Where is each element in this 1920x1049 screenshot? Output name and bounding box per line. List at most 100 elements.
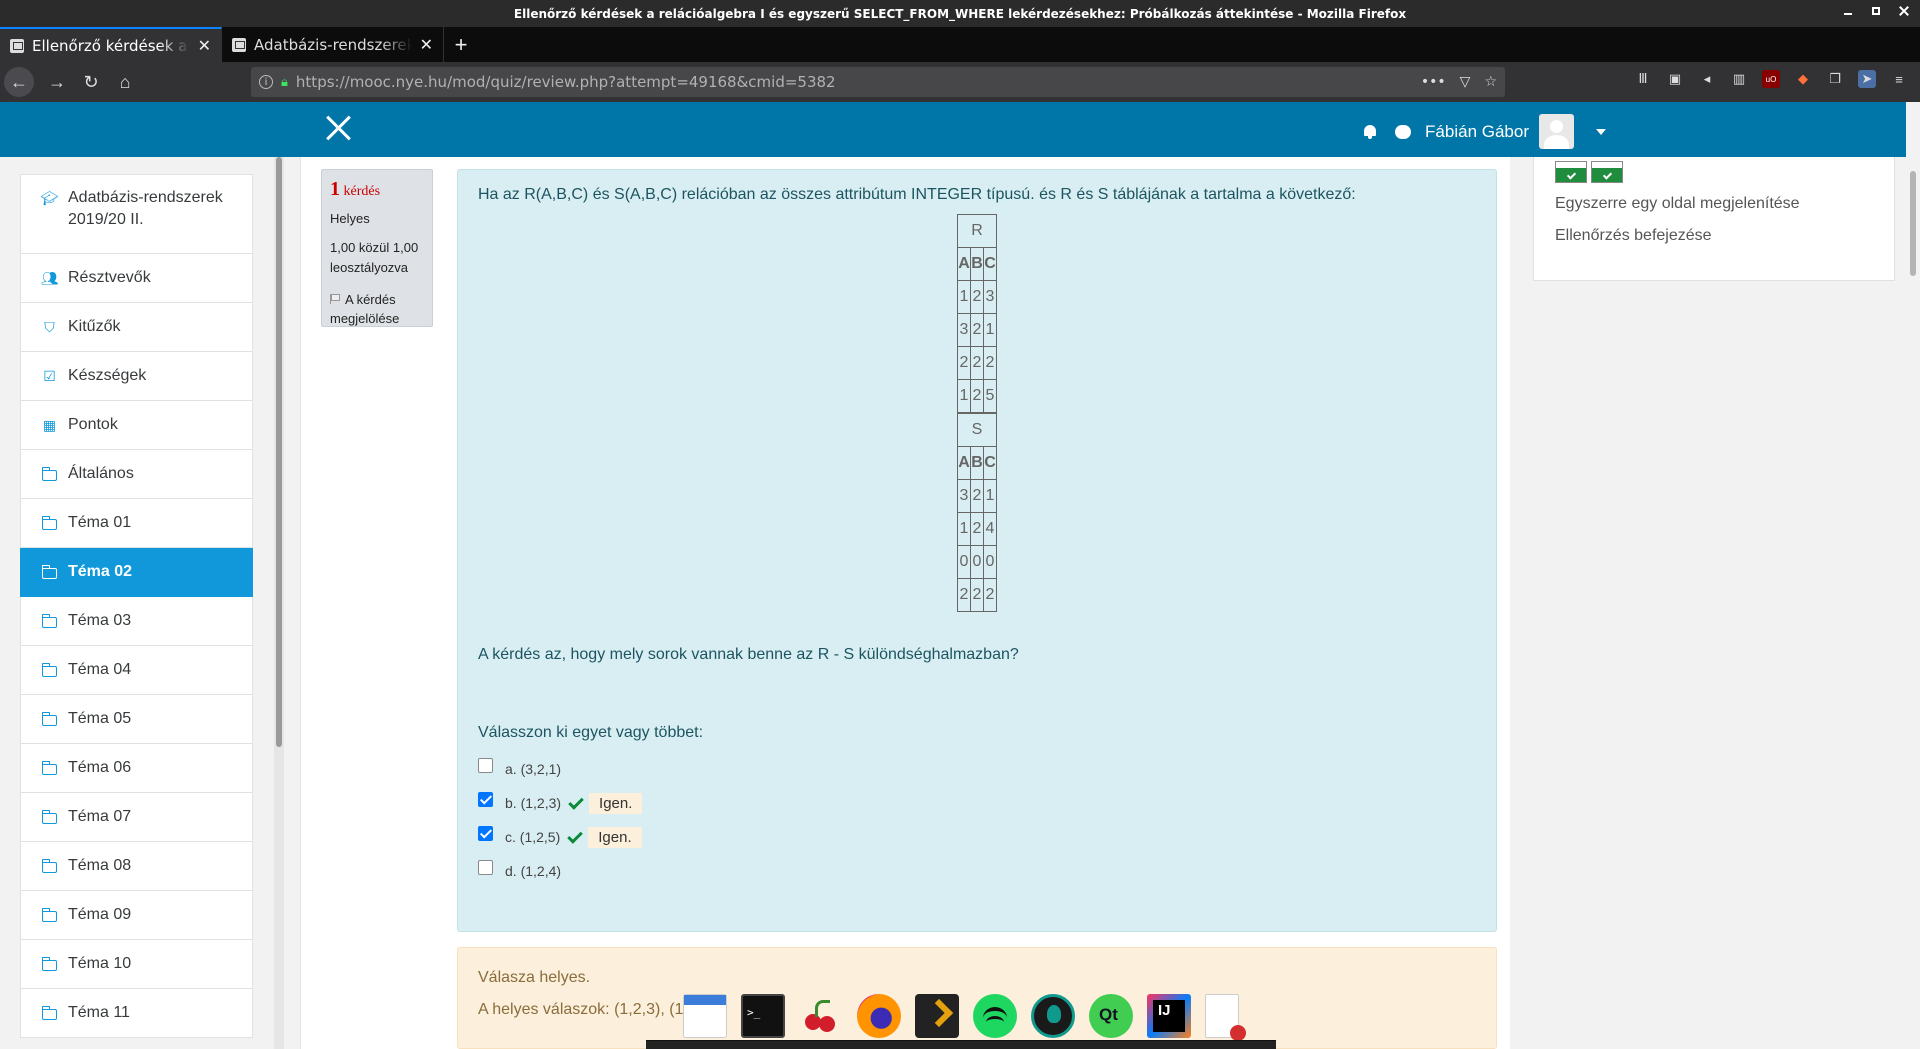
close-tab-icon[interactable]: ✕ [420,35,433,54]
nav-drawer: 🎓︎ Adatbázis-rendszerek 2019/20 II. 👥︎ Rés… [0,157,285,1049]
menu-hamburger-icon[interactable]: ≡ [1890,70,1908,88]
close-window-button[interactable] [1898,5,1910,17]
sidebar-item-topic-07[interactable]: Téma 07 [20,793,253,842]
correct-check-icon [567,795,583,811]
document-editor-icon[interactable] [1205,994,1246,1041]
table-cell: 1 [957,280,971,314]
sidebar-item-topic-05[interactable]: Téma 05 [20,695,253,744]
calendar-icon[interactable] [683,994,727,1038]
sidebar-item-topic-06[interactable]: Téma 06 [20,744,253,793]
answer-label: a. (3,2,1) [505,761,562,777]
drawer-scrollbar[interactable] [274,157,284,1049]
extension-arrow-icon[interactable]: ◂ [1698,70,1716,88]
answer-label: c. (1,2,5) [505,829,561,845]
answer-checkbox[interactable] [478,757,493,773]
sidebar-toggle-icon[interactable]: ▣ [1666,70,1684,88]
table-cell: 2 [983,346,997,380]
user-menu-caret-icon[interactable] [1596,128,1606,135]
sidebar-item-participants[interactable]: 👥︎ Résztvevők [20,254,253,303]
table-cell: 0 [957,545,971,579]
drawer-scrollbar-thumb[interactable] [276,157,282,747]
tab-quiz-review[interactable]: Ellenőrző kérdések a relá ✕ [0,27,222,62]
sidebar-item-topic-03[interactable]: Téma 03 [20,597,253,646]
answer-checkbox[interactable] [478,825,493,841]
messages-icon[interactable] [1395,124,1412,139]
sidebar-item-topic-01[interactable]: Téma 01 [20,499,253,548]
sidebar-item-course[interactable]: 🎓︎ Adatbázis-rendszerek 2019/20 II. [20,174,253,254]
table-row: 2 2 2 [957,578,997,612]
extension-copy-icon[interactable]: ❐ [1826,70,1844,88]
answer-checkbox[interactable] [478,791,493,807]
page-scrollbar-thumb[interactable] [1910,171,1916,276]
quiz-nav-question-button[interactable] [1555,161,1587,183]
show-one-page-link[interactable]: Egyszerre egy oldal megjelenítése [1555,195,1800,213]
sidebar-item-competencies[interactable]: ☑ Készségek [20,352,253,401]
table-row: 0 0 0 [957,545,997,579]
firefox-icon[interactable] [857,994,901,1038]
maximize-button[interactable] [1870,5,1882,17]
qt-creator-icon[interactable] [1089,994,1133,1038]
spotify-icon[interactable] [973,994,1017,1038]
site-info-icon[interactable]: i [259,75,273,89]
address-bar[interactable]: i 🔒︎ https://mooc.nye.hu/mod/quiz/review… [251,67,1505,97]
sidebar-item-badges[interactable]: ⛉ Kitűzők [20,303,253,352]
new-tab-button[interactable]: + [444,27,478,62]
table-cell: 2 [970,313,984,347]
plex-icon[interactable] [915,994,959,1038]
tab-course[interactable]: Adatbázis-rendszerek 20 ✕ [222,27,444,62]
url-text[interactable]: https://mooc.nye.hu/mod/quiz/review.php?… [296,73,1413,91]
intellij-icon[interactable] [1147,994,1191,1038]
terminal-icon[interactable] [741,994,785,1038]
extension-grid-icon[interactable]: ▥ [1730,70,1748,88]
sidebar-item-topic-11[interactable]: Téma 11 [20,989,253,1038]
table-cell: 2 [970,578,984,612]
forward-button[interactable]: → [40,65,74,99]
notifications-bell-icon[interactable] [1363,124,1377,140]
library-icon[interactable]: Ⅲ [1634,70,1652,88]
answer-option-b[interactable]: b. (1,2,3) Igen. [478,786,1476,820]
quiz-nav-question-button[interactable] [1591,161,1623,183]
question-number-label: kérdés [343,184,381,199]
gitkraken-icon[interactable] [1031,994,1075,1038]
sidebar-item-grades[interactable]: ▦ Pontok [20,401,253,450]
finish-review-link[interactable]: Ellenőrzés befejezése [1555,227,1712,245]
table-cell: 2 [983,578,997,612]
shield-icon: ⛉ [44,318,55,335]
answer-option-d[interactable]: d. (1,2,4) [478,854,1476,888]
close-drawer-button[interactable] [325,114,353,142]
home-button[interactable]: ⌂ [108,65,142,99]
folder-icon [41,564,57,579]
ublock-icon[interactable]: uO [1762,70,1780,88]
question-subtext: A kérdés az, hogy mely sorok vannak benn… [478,646,1019,663]
page-scrollbar[interactable] [1906,157,1920,1049]
table-cell: 1 [983,313,997,347]
user-avatar[interactable] [1539,114,1574,149]
page-actions-icon[interactable]: ••• [1421,74,1446,90]
answer-checkbox[interactable] [478,859,493,875]
bookmark-star-icon[interactable]: ☆ [1484,74,1497,90]
sidebar-item-topic-08[interactable]: Téma 08 [20,842,253,891]
extension-fox-icon[interactable]: ◆ [1794,70,1812,88]
answer-option-a[interactable]: a. (3,2,1) [478,752,1476,786]
close-tab-icon[interactable]: ✕ [198,36,211,55]
question-number-value: 1 [330,178,340,200]
answer-option-c[interactable]: c. (1,2,5) Igen. [478,820,1476,854]
moodle-favicon-icon [232,37,246,52]
cherrytree-icon[interactable] [799,994,843,1038]
user-name[interactable]: Fábián Gábor [1425,122,1529,142]
reload-button[interactable]: ↻ [74,65,108,99]
sidebar-item-topic-04[interactable]: Téma 04 [20,646,253,695]
flag-question-link[interactable]: A kérdés megjelölése [330,290,424,328]
sidebar-item-topic-02[interactable]: Téma 02 [20,548,253,597]
minimize-button[interactable] [1842,5,1854,17]
extension-cursor-icon[interactable]: ➤ [1858,70,1876,88]
users-icon: 👥︎ [40,269,59,286]
window-titlebar: Ellenőrző kérdések a relációalgebra I és… [0,0,1920,27]
sidebar-item-topic-09[interactable]: Téma 09 [20,891,253,940]
back-button[interactable]: ← [4,67,34,97]
sidebar-item-label: Téma 04 [68,661,132,678]
folder-icon [41,466,57,481]
sidebar-item-topic-10[interactable]: Téma 10 [20,940,253,989]
pocket-icon[interactable]: ▽ [1460,74,1471,90]
sidebar-item-general[interactable]: Általános [20,450,253,499]
